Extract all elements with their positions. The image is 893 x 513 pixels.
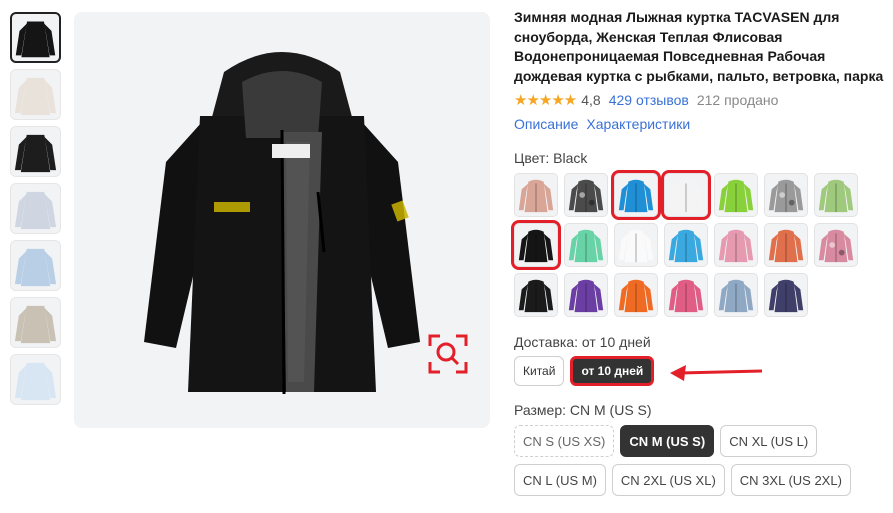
color-swatch[interactable] bbox=[814, 173, 858, 217]
color-swatch[interactable] bbox=[511, 220, 561, 270]
jacket-swatch-icon bbox=[768, 229, 804, 263]
color-swatch[interactable] bbox=[514, 273, 558, 317]
color-swatch[interactable] bbox=[714, 223, 758, 267]
size-option[interactable]: CN 2XL (US XL) bbox=[611, 464, 725, 496]
product-info: Зимняя модная Лыжная куртка TACVASEN для… bbox=[511, 8, 884, 496]
jacket-swatch-icon bbox=[718, 279, 754, 313]
size-option[interactable]: CN L (US M) bbox=[514, 464, 606, 496]
jacket-swatch-icon bbox=[518, 229, 554, 263]
color-swatch[interactable] bbox=[611, 170, 661, 220]
jacket-thumb-icon bbox=[14, 248, 57, 287]
jacket-swatch-icon bbox=[518, 279, 554, 313]
zoom-icon[interactable] bbox=[426, 332, 470, 376]
size-option[interactable]: CN XL (US L) bbox=[720, 425, 818, 457]
thumb-model-3[interactable] bbox=[10, 297, 61, 348]
rating-value: 4,8 bbox=[581, 92, 601, 108]
jacket-swatch-icon bbox=[818, 179, 854, 213]
origin-chip[interactable]: Китай bbox=[514, 356, 565, 386]
color-swatch[interactable] bbox=[764, 273, 808, 317]
jacket-swatch-icon bbox=[768, 279, 804, 313]
size-option[interactable]: CN 3XL (US 2XL) bbox=[730, 464, 851, 496]
rating-row: ★★★★★ 4,8 429 отзывов 212 продано bbox=[514, 90, 884, 110]
jacket-thumb-icon bbox=[14, 191, 57, 230]
color-swatch[interactable] bbox=[614, 273, 658, 317]
jacket-swatch-icon bbox=[768, 179, 804, 213]
jacket-thumb-icon bbox=[14, 305, 57, 344]
color-swatch[interactable] bbox=[714, 173, 758, 217]
thumbnail-strip bbox=[10, 12, 64, 411]
jacket-swatch-icon bbox=[568, 179, 604, 213]
jacket-swatch-icon bbox=[718, 179, 754, 213]
color-label-prefix: Цвет: bbox=[514, 150, 550, 166]
color-swatch[interactable] bbox=[514, 173, 558, 217]
thumb-model-2[interactable] bbox=[10, 240, 61, 291]
color-swatch[interactable] bbox=[764, 173, 808, 217]
delivery-options: Китай от 10 дней bbox=[514, 356, 884, 386]
color-swatch[interactable] bbox=[714, 273, 758, 317]
jacket-thumb-icon bbox=[14, 77, 57, 116]
size-option[interactable]: CN S (US XS) bbox=[514, 425, 615, 457]
color-swatch[interactable] bbox=[764, 223, 808, 267]
color-swatch[interactable] bbox=[564, 173, 608, 217]
specs-link[interactable]: Характеристики bbox=[586, 116, 690, 132]
color-swatches bbox=[511, 170, 884, 317]
delivery-time-chip[interactable]: от 10 дней bbox=[570, 356, 655, 386]
jacket-swatch-icon bbox=[668, 229, 704, 263]
jacket-swatch-icon bbox=[568, 279, 604, 313]
color-swatch[interactable] bbox=[664, 223, 708, 267]
jacket-swatch-icon bbox=[818, 229, 854, 263]
reviews-link[interactable]: 429 отзывов bbox=[609, 92, 689, 108]
size-label: Размер: CN M (US S) bbox=[514, 402, 652, 418]
section-links: Описание Характеристики bbox=[514, 116, 884, 132]
description-link[interactable]: Описание bbox=[514, 116, 578, 132]
jacket-thumb-icon bbox=[14, 362, 57, 401]
sold-count: 212 продано bbox=[696, 92, 779, 108]
arrow-left-icon bbox=[670, 365, 763, 381]
thumb-lining-detail[interactable] bbox=[10, 126, 61, 177]
color-swatch[interactable] bbox=[564, 223, 608, 267]
color-selected-value: Black bbox=[553, 150, 588, 166]
main-product-image[interactable] bbox=[74, 12, 490, 428]
jacket-swatch-icon bbox=[668, 279, 704, 313]
jacket-thumb-icon bbox=[15, 21, 56, 58]
color-swatch[interactable] bbox=[614, 223, 658, 267]
jacket-swatch-icon bbox=[568, 229, 604, 263]
thumb-size-chart[interactable] bbox=[10, 354, 61, 405]
color-swatch[interactable] bbox=[664, 273, 708, 317]
jacket-swatch-icon bbox=[718, 229, 754, 263]
thumb-black-jacket[interactable] bbox=[10, 12, 61, 63]
size-options: CN S (US XS) CN M (US S) CN XL (US L) CN L … bbox=[514, 425, 854, 496]
color-swatch[interactable] bbox=[814, 223, 858, 267]
jacket-swatch-icon bbox=[618, 229, 654, 263]
color-swatch[interactable] bbox=[564, 273, 608, 317]
size-option[interactable]: CN M (US S) bbox=[620, 425, 715, 457]
color-label: Цвет: Black bbox=[514, 150, 884, 166]
jacket-swatch-icon bbox=[618, 279, 654, 313]
product-title: Зимняя модная Лыжная куртка TACVASEN для… bbox=[514, 9, 884, 84]
color-swatch[interactable] bbox=[661, 170, 711, 220]
jacket-swatch-icon bbox=[518, 179, 554, 213]
jacket-swatch-icon bbox=[618, 179, 654, 213]
thumb-hood-detail[interactable] bbox=[10, 69, 61, 120]
star-rating-icon: ★★★★★ bbox=[514, 92, 577, 109]
delivery-label: Доставка: от 10 дней bbox=[514, 334, 651, 350]
jacket-swatch-icon bbox=[668, 179, 704, 213]
thumb-model-1[interactable] bbox=[10, 183, 61, 234]
jacket-thumb-icon bbox=[14, 134, 57, 173]
